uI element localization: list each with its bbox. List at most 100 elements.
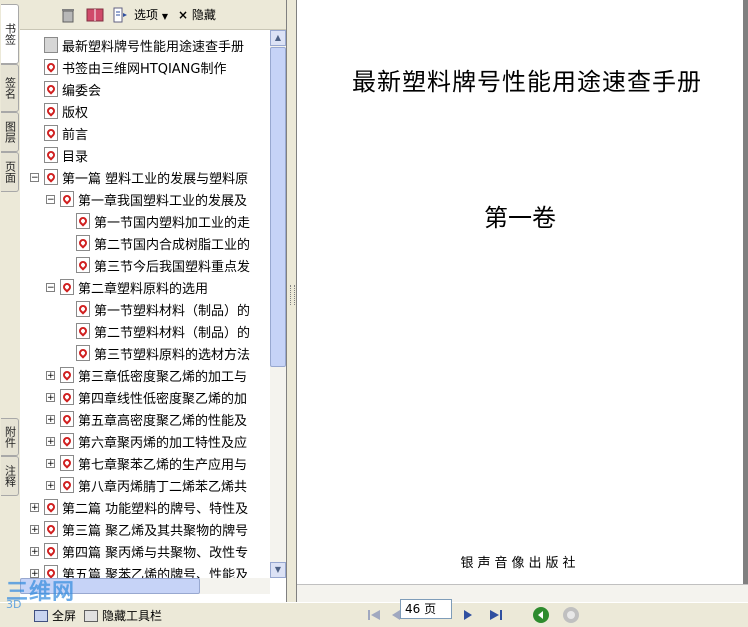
- tab-pages[interactable]: 页面: [1, 152, 19, 192]
- bookmark-label: 第三章低密度聚乙烯的加工与: [78, 369, 248, 385]
- expand-icon[interactable]: +: [46, 481, 55, 491]
- document-view[interactable]: 最新塑料牌号性能用途速查手册 第一卷 银声音像出版社: [297, 0, 748, 584]
- bookmark-item[interactable]: 第二章塑料原料的选用: [60, 276, 208, 298]
- collapse-icon[interactable]: −: [46, 283, 55, 293]
- pdf-bookmark-icon: [76, 235, 90, 251]
- pdf-bookmark-icon: [76, 345, 90, 361]
- new-bookmark-icon[interactable]: [86, 7, 104, 23]
- bookmark-label: 第二节国内合成树脂工业的: [94, 237, 251, 253]
- bookmarks-panel: 选项 ▼ × 隐藏 最新塑料牌号性能用途速查手册书签由三维网HTQIANG制作编…: [20, 0, 287, 602]
- bookmark-item[interactable]: 第七章聚苯乙烯的生产应用与: [60, 452, 247, 474]
- bookmark-tree: 最新塑料牌号性能用途速查手册 书签由三维网HTQIANG制作 编委会 版权 前言 目录 − 第…: [20, 30, 270, 578]
- hide-label: 隐藏: [191, 8, 216, 22]
- expand-icon[interactable]: +: [30, 525, 39, 535]
- toolbar-icon: [84, 609, 98, 622]
- options-label: 选项: [134, 8, 159, 22]
- bookmark-label: 第二节塑料材料（制品）的: [94, 325, 251, 341]
- bookmark-item[interactable]: 第一篇 塑料工业的发展与塑料原: [44, 166, 248, 188]
- bookmark-label: 第四章线性低密度聚乙烯的加: [78, 391, 248, 407]
- page-volume: 第一卷: [484, 204, 556, 232]
- tab-layers[interactable]: 图层: [1, 112, 19, 152]
- tab-attachments[interactable]: 附件: [1, 418, 19, 456]
- expand-icon[interactable]: +: [30, 547, 39, 557]
- bookmark-item[interactable]: 最新塑料牌号性能用途速查手册: [44, 34, 244, 56]
- watermark-sub: 3D: [6, 598, 22, 611]
- expand-icon[interactable]: +: [46, 415, 55, 425]
- pdf-bookmark-icon: [44, 125, 58, 141]
- bookmark-label: 书签由三维网HTQIANG制作: [62, 61, 227, 77]
- bookmark-label: 第五篇 聚苯乙烯的牌号、性能及: [62, 567, 249, 579]
- bookmark-label: 第三节塑料原料的选材方法: [94, 347, 251, 363]
- bookmark-item[interactable]: 第一节塑料材料（制品）的: [76, 298, 250, 320]
- page-title: 最新塑料牌号性能用途速查手册: [352, 68, 702, 96]
- bookmark-item[interactable]: 第二篇 功能塑料的牌号、特性及: [44, 496, 248, 518]
- delete-icon[interactable]: [60, 7, 76, 23]
- bookmark-label: 第六章聚丙烯的加工特性及应: [78, 435, 248, 451]
- bookmark-options-icon[interactable]: [112, 7, 128, 23]
- fullscreen-button[interactable]: 全屏: [34, 607, 76, 624]
- tab-bookmarks[interactable]: 书签: [1, 4, 19, 64]
- scroll-thumb[interactable]: [270, 47, 286, 367]
- go-back-icon[interactable]: [532, 606, 549, 623]
- expand-icon[interactable]: +: [46, 371, 55, 381]
- pdf-page: 最新塑料牌号性能用途速查手册 第一卷 银声音像出版社: [297, 0, 743, 584]
- bookmark-item[interactable]: 第八章丙烯腈丁二烯苯乙烯共: [60, 474, 247, 496]
- bookmarks-vertical-scrollbar[interactable]: ▲ ▼: [270, 30, 286, 578]
- pdf-bookmark-icon: [44, 103, 58, 119]
- next-page-icon[interactable]: [460, 607, 476, 623]
- go-forward-icon[interactable]: [562, 606, 579, 623]
- bookmark-item[interactable]: 前言: [44, 122, 88, 144]
- bookmark-item[interactable]: 第二节塑料材料（制品）的: [76, 320, 250, 342]
- scroll-down-icon[interactable]: ▼: [270, 562, 286, 578]
- pdf-bookmark-icon: [60, 477, 74, 493]
- pdf-bookmark-icon: [44, 81, 58, 97]
- collapse-icon[interactable]: −: [30, 173, 39, 183]
- bookmark-label: 第一章我国塑料工业的发展及: [78, 193, 248, 209]
- bookmark-label: 第五章高密度聚乙烯的性能及: [78, 413, 248, 429]
- bookmark-item[interactable]: 第四章线性低密度聚乙烯的加: [60, 386, 247, 408]
- options-menu[interactable]: 选项 ▼: [134, 6, 168, 23]
- last-page-icon[interactable]: [488, 607, 504, 623]
- bookmark-label: 第三节今后我国塑料重点发: [94, 259, 251, 275]
- bookmark-item[interactable]: 编委会: [44, 78, 101, 100]
- expand-icon[interactable]: +: [30, 503, 39, 513]
- pdf-bookmark-icon: [44, 543, 58, 559]
- expand-icon[interactable]: +: [46, 393, 55, 403]
- bookmark-item[interactable]: 第三章低密度聚乙烯的加工与: [60, 364, 247, 386]
- tab-comments[interactable]: 注释: [1, 456, 19, 496]
- bookmark-item[interactable]: 目录: [44, 144, 88, 166]
- pdf-bookmark-icon: [60, 367, 74, 383]
- bookmark-item[interactable]: 书签由三维网HTQIANG制作: [44, 56, 226, 78]
- bookmark-item[interactable]: 第一节国内塑料加工业的走: [76, 210, 250, 232]
- document-horizontal-scrollbar[interactable]: [297, 584, 748, 603]
- bookmark-item[interactable]: 第三篇 聚乙烯及其共聚物的牌号: [44, 518, 248, 540]
- bookmark-label: 第四篇 聚丙烯与共聚物、改性专: [62, 545, 249, 561]
- panel-splitter[interactable]: [287, 0, 297, 602]
- bookmark-item[interactable]: 第三节塑料原料的选材方法: [76, 342, 250, 364]
- pdf-bookmark-icon: [76, 213, 90, 229]
- bookmark-label: 编委会: [62, 83, 102, 99]
- bookmark-item[interactable]: 第五章高密度聚乙烯的性能及: [60, 408, 247, 430]
- expand-icon[interactable]: +: [46, 437, 55, 447]
- first-page-icon[interactable]: [366, 607, 382, 623]
- chevron-down-icon: ▼: [161, 12, 168, 21]
- hide-toolbar-button[interactable]: 隐藏工具栏: [84, 607, 162, 624]
- pdf-bookmark-icon: [44, 147, 58, 163]
- scroll-up-icon[interactable]: ▲: [270, 30, 286, 46]
- bookmark-label: 第三篇 聚乙烯及其共聚物的牌号: [62, 523, 249, 539]
- bookmark-item[interactable]: 第二节国内合成树脂工业的: [76, 232, 250, 254]
- side-tabs-strip: 书签 签名 图层 页面 附件 注释: [0, 0, 21, 602]
- bookmark-item[interactable]: 第三节今后我国塑料重点发: [76, 254, 250, 276]
- bookmark-item[interactable]: 第四篇 聚丙烯与共聚物、改性专: [44, 540, 248, 562]
- bookmark-label: 第二章塑料原料的选用: [78, 281, 209, 297]
- bookmark-item[interactable]: 第一章我国塑料工业的发展及: [60, 188, 247, 210]
- bookmark-item[interactable]: 版权: [44, 100, 88, 122]
- tab-signatures[interactable]: 签名: [1, 64, 19, 112]
- collapse-icon[interactable]: −: [46, 195, 55, 205]
- hide-button[interactable]: × 隐藏: [178, 6, 216, 23]
- pdf-bookmark-icon: [60, 433, 74, 449]
- bookmark-item[interactable]: 第六章聚丙烯的加工特性及应: [60, 430, 247, 452]
- page-number-field[interactable]: 46 页: [400, 599, 452, 619]
- expand-icon[interactable]: +: [46, 459, 55, 469]
- bookmark-label: 第一篇 塑料工业的发展与塑料原: [62, 171, 249, 187]
